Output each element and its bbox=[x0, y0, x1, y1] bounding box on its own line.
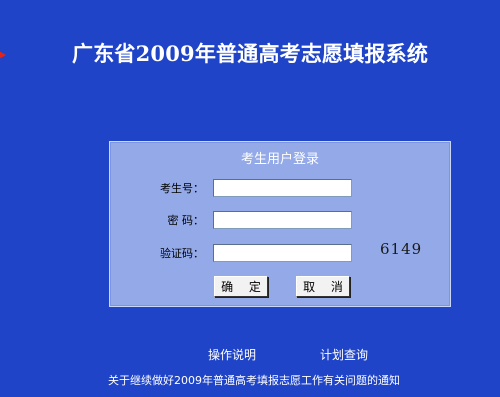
password-input[interactable] bbox=[213, 211, 352, 229]
exam-number-input[interactable] bbox=[213, 179, 352, 197]
login-panel: 考生用户登录 考生号： 密 码： 验证码： 6149 确 定 取 消 bbox=[109, 141, 451, 307]
exam-number-label: 考生号： bbox=[160, 182, 204, 195]
instructions-link[interactable]: 操作说明 bbox=[208, 346, 256, 363]
captcha-input[interactable] bbox=[213, 244, 352, 262]
captcha-image: 6149 bbox=[380, 240, 423, 258]
password-label: 密 码： bbox=[167, 214, 205, 227]
login-panel-title: 考生用户登录 bbox=[240, 152, 319, 167]
captcha-label: 验证码： bbox=[160, 247, 204, 260]
red-arrow-icon bbox=[0, 46, 6, 64]
page-title: 广东省2009年普通高考志愿填报系统 bbox=[72, 41, 429, 66]
notice-link[interactable]: 关于继续做好2009年普通高考填报志愿工作有关问题的通知 bbox=[108, 372, 400, 388]
confirm-button[interactable]: 确 定 bbox=[214, 276, 268, 297]
plan-query-link[interactable]: 计划查询 bbox=[320, 346, 368, 363]
cancel-button[interactable]: 取 消 bbox=[296, 276, 350, 297]
